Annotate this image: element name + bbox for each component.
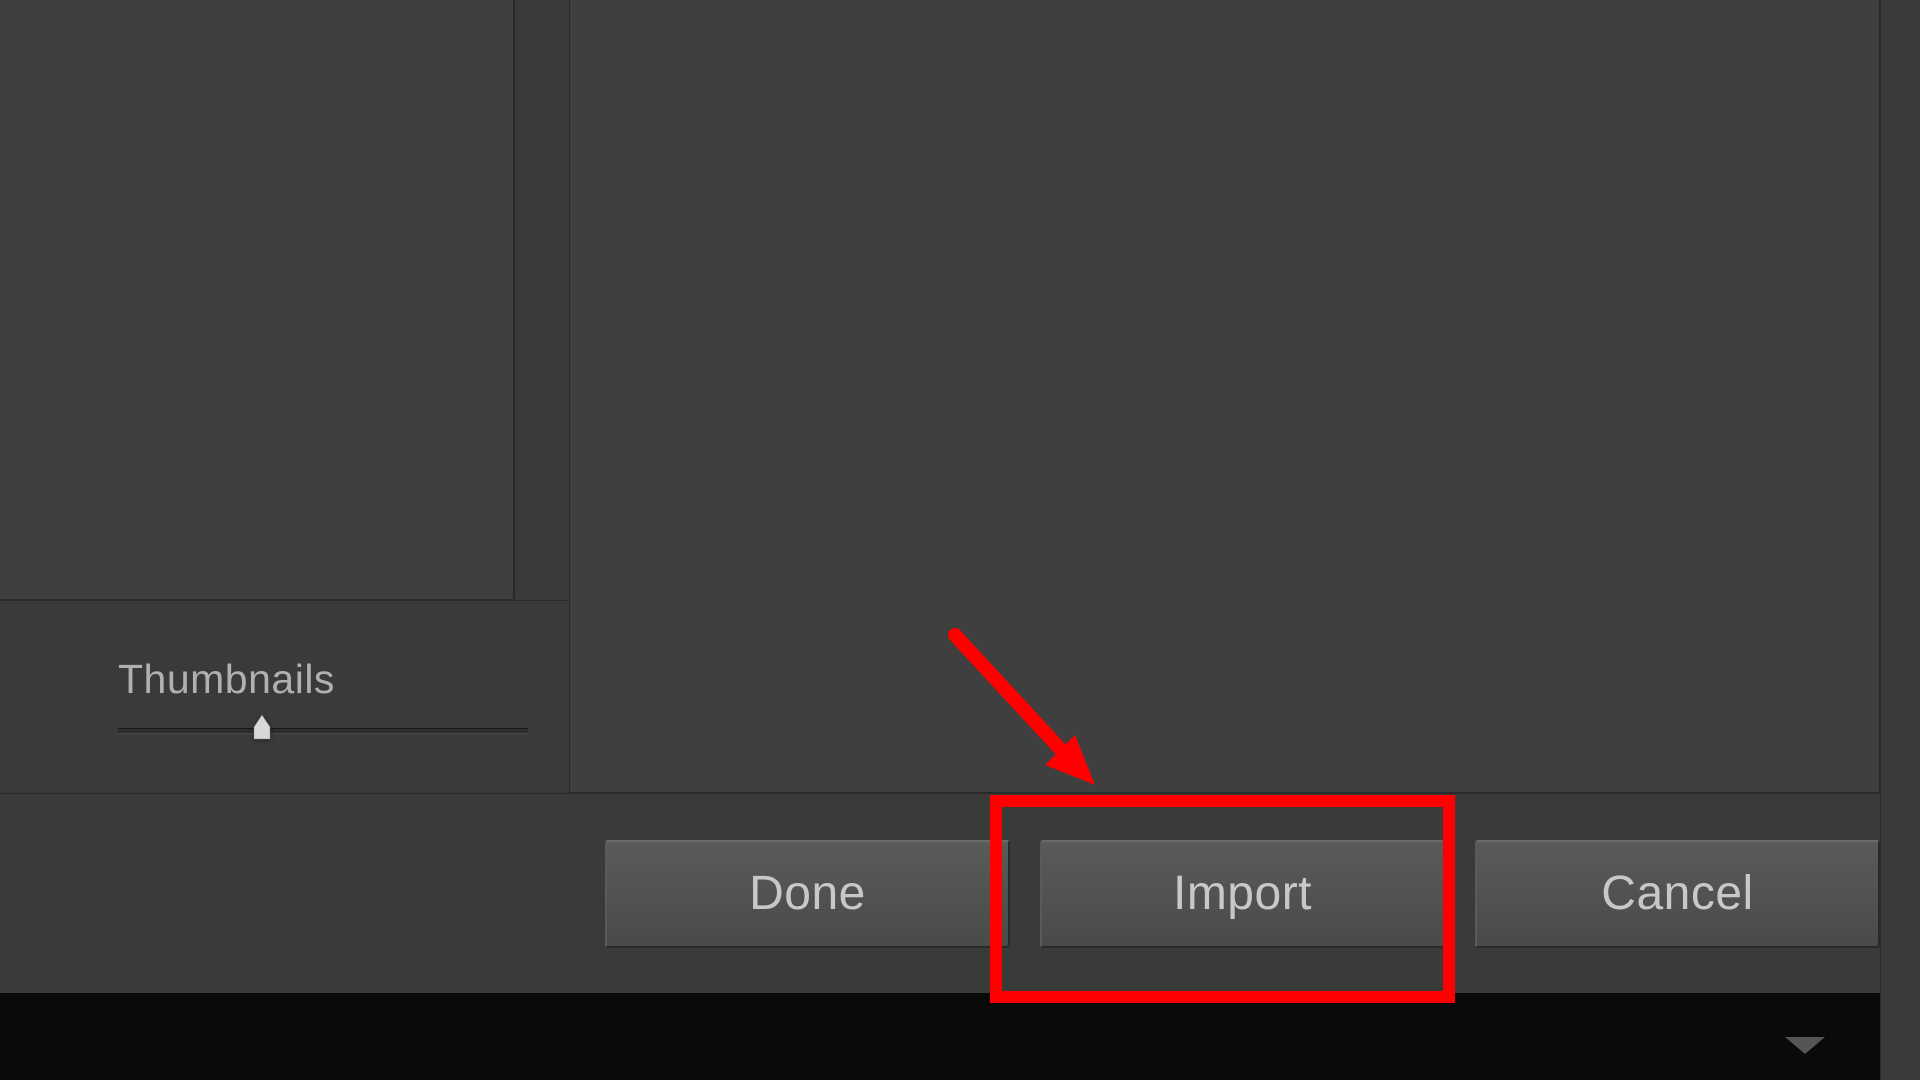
done-button[interactable]: Done [605, 840, 1010, 948]
right-scrollbar-area [1880, 0, 1920, 1080]
button-bar: Done Import Cancel [0, 793, 1920, 993]
import-dialog: Thumbnails Done Import Cancel [0, 0, 1920, 1080]
slider-track [118, 728, 528, 734]
source-panel [0, 0, 515, 600]
slider-thumb-icon[interactable] [250, 713, 274, 743]
import-button[interactable]: Import [1040, 840, 1445, 948]
chevron-down-icon[interactable] [1780, 1032, 1830, 1062]
cancel-button[interactable]: Cancel [1475, 840, 1880, 948]
preview-area [569, 0, 1880, 793]
bottom-area [0, 993, 1880, 1080]
thumbnails-slider[interactable] [118, 717, 528, 747]
top-area: Thumbnails [0, 0, 1920, 793]
thumbnails-label: Thumbnails [118, 656, 539, 703]
thumbnails-section: Thumbnails [0, 600, 569, 793]
